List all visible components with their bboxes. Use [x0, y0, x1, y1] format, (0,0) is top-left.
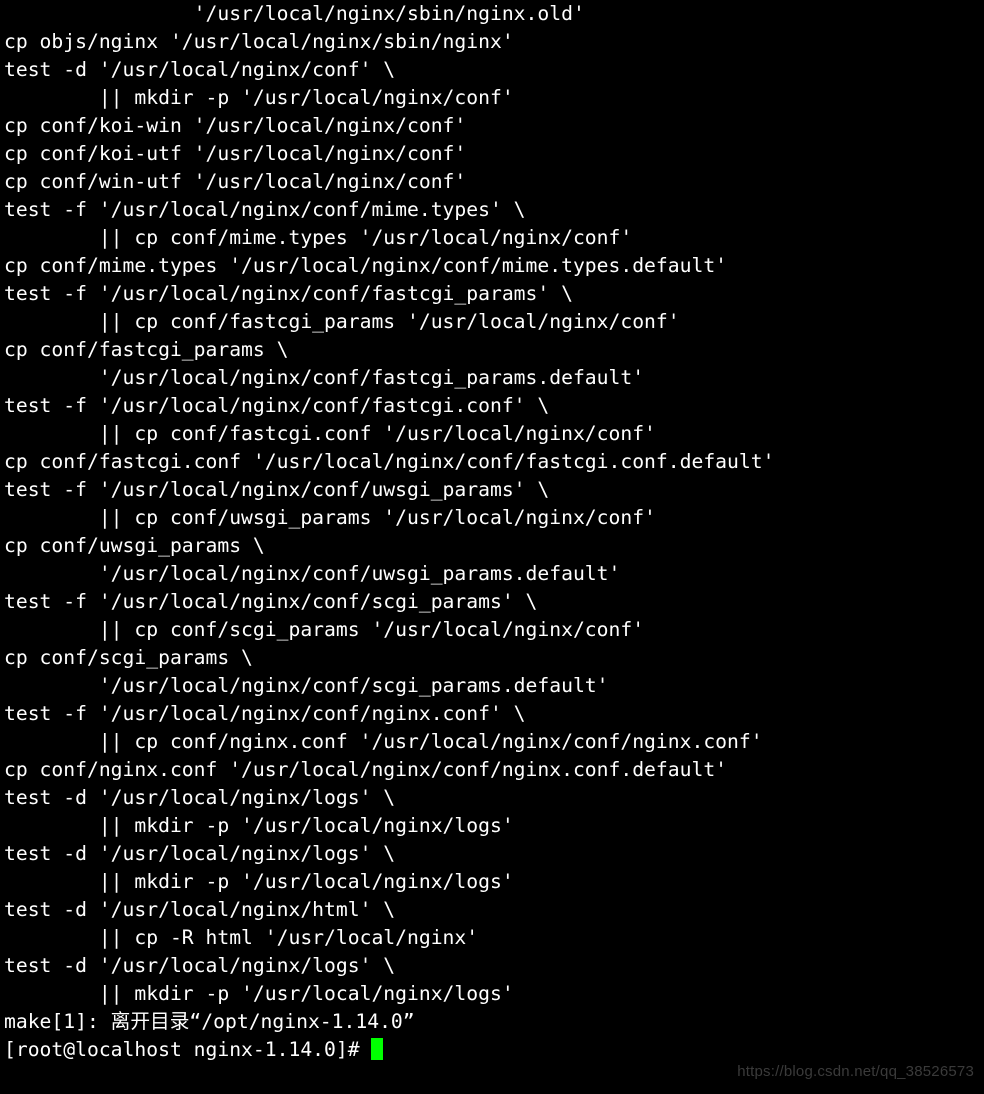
terminal-output[interactable]: '/usr/local/nginx/sbin/nginx.old' cp obj…	[0, 0, 984, 1064]
watermark-text: https://blog.csdn.net/qq_38526573	[737, 1063, 974, 1080]
shell-prompt[interactable]: [root@localhost nginx-1.14.0]#	[4, 1038, 371, 1061]
cursor-block	[371, 1038, 383, 1060]
